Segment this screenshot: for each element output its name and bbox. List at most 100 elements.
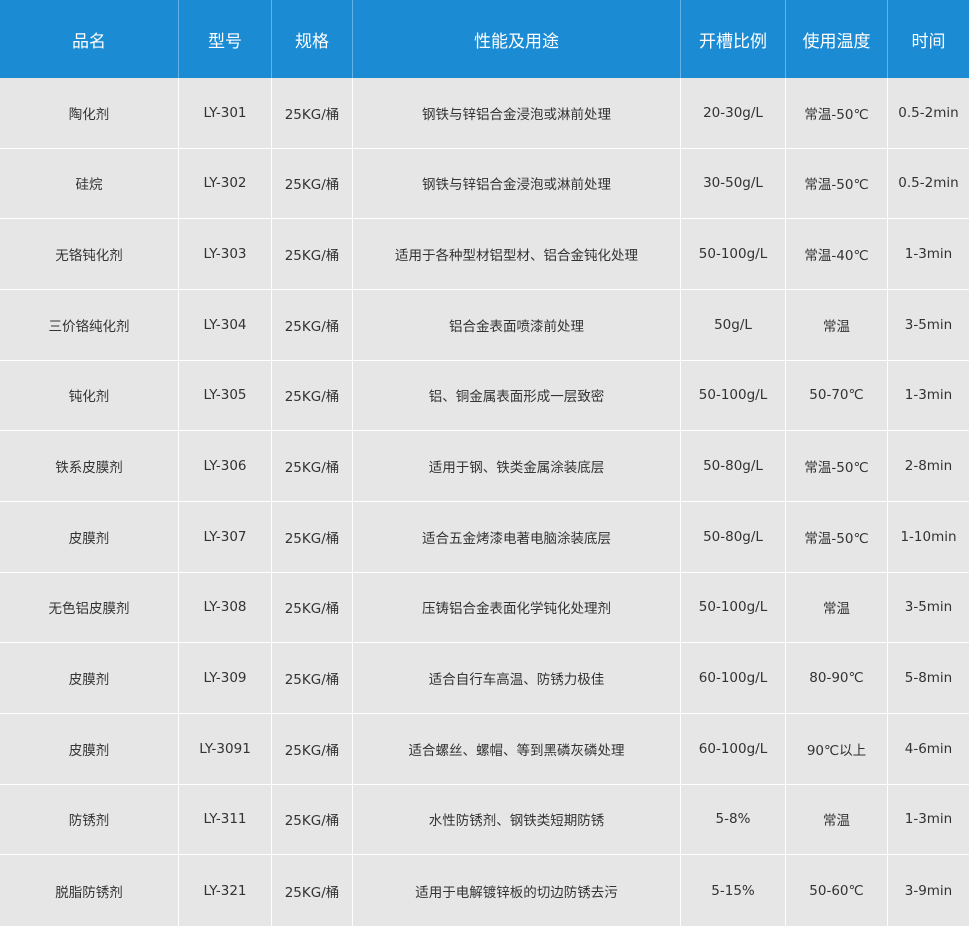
cell-model: LY-321 — [179, 855, 272, 926]
table-row: 无色铝皮膜剂 LY-308 25KG/桶 压铸铝合金表面化学钝化处理剂 50-1… — [0, 572, 969, 644]
cell-spec: 25KG/桶 — [272, 431, 353, 501]
cell-product-name: 皮膜剂 — [0, 501, 179, 572]
cell-usage: 水性防锈剂、钢铁类短期防锈 — [353, 784, 681, 855]
cell-ratio: 60-100g/L — [681, 713, 786, 784]
cell-time: 0.5-2min — [898, 175, 959, 192]
header-spec: 规格 — [272, 0, 353, 78]
cell-temperature: 常温 — [786, 289, 888, 360]
table-row: 铁系皮膜剂 LY-306 25KG/桶 适用于钢、铁类金属涂装底层 50-80g… — [0, 431, 969, 502]
cell-model: LY-303 — [179, 219, 272, 289]
cell-spec: 25KG/桶 — [272, 784, 353, 855]
cell-time: 1-3min — [904, 387, 953, 404]
table-row: 皮膜剂 LY-3091 25KG/桶 适合螺丝、螺帽、等到黑磷灰磷处理 60-1… — [0, 713, 969, 785]
product-spec-table: 品名 型号 规格 性能及用途 开槽比例 使用温度 时间 陶化剂 LY-301 2… — [0, 0, 969, 926]
cell-spec: 25KG/桶 — [272, 360, 353, 431]
cell-model: LY-307 — [179, 501, 272, 572]
table-row: 陶化剂 LY-301 25KG/桶 钢铁与锌铝合金浸泡或淋前处理 20-30g/… — [0, 78, 969, 149]
cell-usage: 适用于电解镀锌板的切边防锈去污 — [353, 855, 681, 926]
cell-product-name: 皮膜剂 — [0, 643, 179, 713]
cell-time: 4-6min — [904, 740, 953, 757]
cell-spec: 25KG/桶 — [272, 501, 353, 572]
cell-ratio: 50-80g/L — [681, 501, 786, 572]
table-row: 皮膜剂 LY-307 25KG/桶 适合五金烤漆电著电脑涂装底层 50-80g/… — [0, 501, 969, 573]
cell-product-name: 无铬钝化剂 — [0, 219, 179, 289]
cell-product-name: 皮膜剂 — [0, 713, 179, 784]
table-row: 脱脂防锈剂 LY-321 25KG/桶 适用于电解镀锌板的切边防锈去污 5-15… — [0, 855, 969, 926]
cell-ratio: 50-100g/L — [681, 572, 786, 643]
cell-usage: 适用于各种型材铝型材、铝合金钝化处理 — [353, 219, 681, 289]
cell-product-name: 无色铝皮膜剂 — [0, 572, 179, 643]
cell-time: 1-3min — [904, 811, 953, 828]
cell-usage: 适合螺丝、螺帽、等到黑磷灰磷处理 — [353, 713, 681, 784]
cell-usage: 铝、铜金属表面形成一层致密 — [353, 360, 681, 431]
cell-spec: 25KG/桶 — [272, 572, 353, 643]
cell-temperature: 50-60℃ — [786, 855, 888, 926]
cell-usage: 适合五金烤漆电著电脑涂装底层 — [353, 501, 681, 572]
table-row: 皮膜剂 LY-309 25KG/桶 适合自行车高温、防锈力极佳 60-100g/… — [0, 643, 969, 714]
cell-ratio: 50-100g/L — [681, 219, 786, 289]
cell-temperature: 常温-50℃ — [786, 431, 888, 501]
cell-temperature: 常温-40℃ — [786, 219, 888, 289]
cell-usage: 钢铁与锌铝合金浸泡或淋前处理 — [353, 78, 681, 148]
cell-product-name: 陶化剂 — [0, 78, 179, 148]
cell-spec: 25KG/桶 — [272, 148, 353, 219]
cell-model: LY-3091 — [179, 713, 272, 784]
cell-spec: 25KG/桶 — [272, 289, 353, 360]
cell-model: LY-309 — [179, 643, 272, 713]
cell-temperature: 50-70℃ — [786, 360, 888, 431]
cell-temperature: 常温 — [786, 572, 888, 643]
header-ratio: 开槽比例 — [681, 0, 786, 78]
cell-model: LY-311 — [179, 784, 272, 855]
cell-time: 1-10min — [900, 528, 957, 545]
cell-usage: 钢铁与锌铝合金浸泡或淋前处理 — [353, 148, 681, 219]
header-usage: 性能及用途 — [353, 0, 681, 78]
table-row: 硅烷 LY-302 25KG/桶 钢铁与锌铝合金浸泡或淋前处理 30-50g/L… — [0, 148, 969, 220]
cell-model: LY-302 — [179, 148, 272, 219]
header-temperature: 使用温度 — [786, 0, 888, 78]
cell-model: LY-306 — [179, 431, 272, 501]
cell-model: LY-301 — [179, 78, 272, 148]
cell-ratio: 30-50g/L — [681, 148, 786, 219]
cell-spec: 25KG/桶 — [272, 713, 353, 784]
cell-temperature: 常温-50℃ — [786, 148, 888, 219]
cell-spec: 25KG/桶 — [272, 855, 353, 926]
cell-ratio: 20-30g/L — [681, 78, 786, 148]
cell-product-name: 三价铬纯化剂 — [0, 289, 179, 360]
cell-product-name: 防锈剂 — [0, 784, 179, 855]
cell-model: LY-305 — [179, 360, 272, 431]
cell-temperature: 90℃以上 — [786, 713, 888, 784]
cell-spec: 25KG/桶 — [272, 219, 353, 289]
cell-model: LY-308 — [179, 572, 272, 643]
table-row: 三价铬纯化剂 LY-304 25KG/桶 铝合金表面喷漆前处理 50g/L 常温… — [0, 289, 969, 361]
cell-usage: 压铸铝合金表面化学钝化处理剂 — [353, 572, 681, 643]
cell-temperature: 常温-50℃ — [786, 501, 888, 572]
cell-temperature: 常温 — [786, 784, 888, 855]
table-row: 钝化剂 LY-305 25KG/桶 铝、铜金属表面形成一层致密 50-100g/… — [0, 360, 969, 432]
header-time: 时间 — [911, 31, 946, 52]
cell-time: 2-8min — [904, 458, 953, 475]
cell-temperature: 80-90℃ — [786, 643, 888, 713]
cell-spec: 25KG/桶 — [272, 643, 353, 713]
cell-time: 3-5min — [904, 599, 953, 616]
cell-product-name: 铁系皮膜剂 — [0, 431, 179, 501]
cell-product-name: 硅烷 — [0, 148, 179, 219]
table-row: 防锈剂 LY-311 25KG/桶 水性防锈剂、钢铁类短期防锈 5-8% 常温 … — [0, 784, 969, 856]
cell-ratio: 50g/L — [681, 289, 786, 360]
cell-product-name: 脱脂防锈剂 — [0, 855, 179, 926]
table-header-row: 品名 型号 规格 性能及用途 开槽比例 使用温度 时间 — [0, 0, 969, 78]
cell-ratio: 5-8% — [681, 784, 786, 855]
cell-temperature: 常温-50℃ — [786, 78, 888, 148]
cell-ratio: 50-80g/L — [681, 431, 786, 501]
cell-time: 3-9min — [904, 882, 953, 899]
header-product-name: 品名 — [0, 0, 179, 78]
table-row: 无铬钝化剂 LY-303 25KG/桶 适用于各种型材铝型材、铝合金钝化处理 5… — [0, 219, 969, 290]
cell-usage: 适用于钢、铁类金属涂装底层 — [353, 431, 681, 501]
table-body: 陶化剂 LY-301 25KG/桶 钢铁与锌铝合金浸泡或淋前处理 20-30g/… — [0, 78, 969, 926]
cell-usage: 适合自行车高温、防锈力极佳 — [353, 643, 681, 713]
cell-usage: 铝合金表面喷漆前处理 — [353, 289, 681, 360]
cell-product-name: 钝化剂 — [0, 360, 179, 431]
cell-time: 1-3min — [904, 246, 953, 263]
cell-ratio: 60-100g/L — [681, 643, 786, 713]
header-model: 型号 — [179, 0, 272, 78]
cell-ratio: 50-100g/L — [681, 360, 786, 431]
